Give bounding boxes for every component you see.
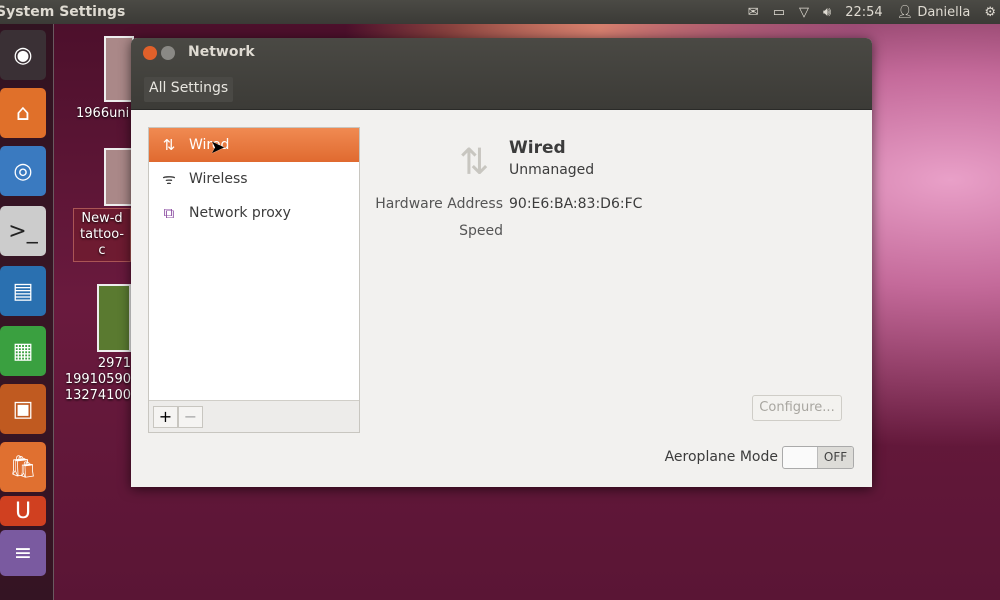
terminal-icon[interactable]: >_ — [0, 206, 46, 256]
aeroplane-mode-toggle[interactable]: OFF — [782, 446, 854, 469]
connection-label: Wireless — [189, 171, 248, 187]
proxy-icon: ⧉ — [163, 204, 175, 222]
speed-label: Speed — [459, 223, 503, 239]
chromium-icon[interactable]: ◎ — [0, 146, 46, 196]
writer-icon[interactable]: ▤ — [0, 266, 46, 316]
user-icon: 👤︎ — [896, 4, 914, 20]
app-title: System Settings — [0, 4, 126, 20]
launcher: ◉ ⌂ ◎ >_ ▤ ▦ ▣ 🛍︎ U ≡ — [0, 24, 54, 600]
window-title: Network — [188, 44, 255, 60]
detail-status: Unmanaged — [509, 162, 595, 178]
configure-button[interactable]: Configure... — [752, 395, 842, 421]
desktop-file-thumb[interactable] — [97, 284, 131, 352]
ubuntu-one-icon[interactable]: U — [0, 496, 46, 526]
connection-item-proxy[interactable]: ⧉ Network proxy — [149, 196, 359, 230]
connection-list: ⇅ Wired ᯤ Wireless ⧉ Network proxy + − — [148, 127, 360, 433]
top-panel: System Settings ✉ ▭ ▽ 🔊︎ 22:54 👤︎ Daniel… — [0, 0, 1000, 24]
mouse-cursor-icon: ➤ — [210, 137, 226, 158]
hardware-address-value: 90:E6:BA:83:D6:FC — [509, 196, 643, 212]
list-toolbar: + − — [149, 400, 359, 432]
hardware-address-label: Hardware Address — [375, 196, 503, 212]
close-button[interactable] — [143, 46, 157, 60]
volume-icon[interactable]: 🔊︎ — [823, 5, 831, 20]
workspaces-icon[interactable]: ≡ — [0, 530, 46, 576]
user-menu[interactable]: 👤︎ Daniella — [897, 5, 971, 20]
battery-icon[interactable]: ▭ — [773, 5, 785, 20]
remove-connection-button[interactable]: − — [178, 406, 203, 428]
connection-item-wired[interactable]: ⇅ Wired — [149, 128, 359, 162]
gear-icon[interactable]: ⚙ — [984, 5, 996, 20]
desktop-file-thumb[interactable] — [104, 36, 134, 102]
software-center-icon[interactable]: 🛍︎ — [0, 442, 46, 492]
wifi-icon: ᯤ — [162, 170, 176, 188]
wired-large-icon: ⇅ — [459, 142, 490, 183]
connection-item-wireless[interactable]: ᯤ Wireless — [149, 162, 359, 196]
mail-icon[interactable]: ✉ — [748, 5, 759, 20]
impress-icon[interactable]: ▣ — [0, 384, 46, 434]
toggle-state: OFF — [817, 447, 853, 468]
dash-home-icon[interactable]: ◉ — [0, 30, 46, 80]
network-window: Network All Settings ⇅ Wired ᯤ Wireless ⧉ N… — [131, 38, 872, 487]
desktop-icon-label[interactable]: 2971 19910590 13274100 — [60, 356, 131, 404]
add-connection-button[interactable]: + — [153, 406, 178, 428]
minimize-button[interactable] — [161, 46, 175, 60]
all-settings-button[interactable]: All Settings — [144, 77, 234, 102]
connection-label: Network proxy — [189, 205, 291, 221]
calc-icon[interactable]: ▦ — [0, 326, 46, 376]
detail-name: Wired — [509, 138, 566, 158]
desktop-file-thumb[interactable] — [104, 148, 134, 206]
user-name: Daniella — [917, 4, 971, 20]
wifi-icon[interactable]: ▽ — [799, 5, 809, 20]
desktop-icon-label[interactable]: New-d tattoo-c — [73, 208, 131, 262]
desktop-icon-label[interactable]: 1966uni — [76, 106, 131, 122]
aeroplane-mode-label: Aeroplane Mode — [664, 449, 778, 465]
window-header: Network All Settings — [131, 38, 872, 110]
clock[interactable]: 22:54 — [845, 5, 882, 20]
home-folder-icon[interactable]: ⌂ — [0, 88, 46, 138]
wired-arrows-icon: ⇅ — [162, 136, 176, 154]
